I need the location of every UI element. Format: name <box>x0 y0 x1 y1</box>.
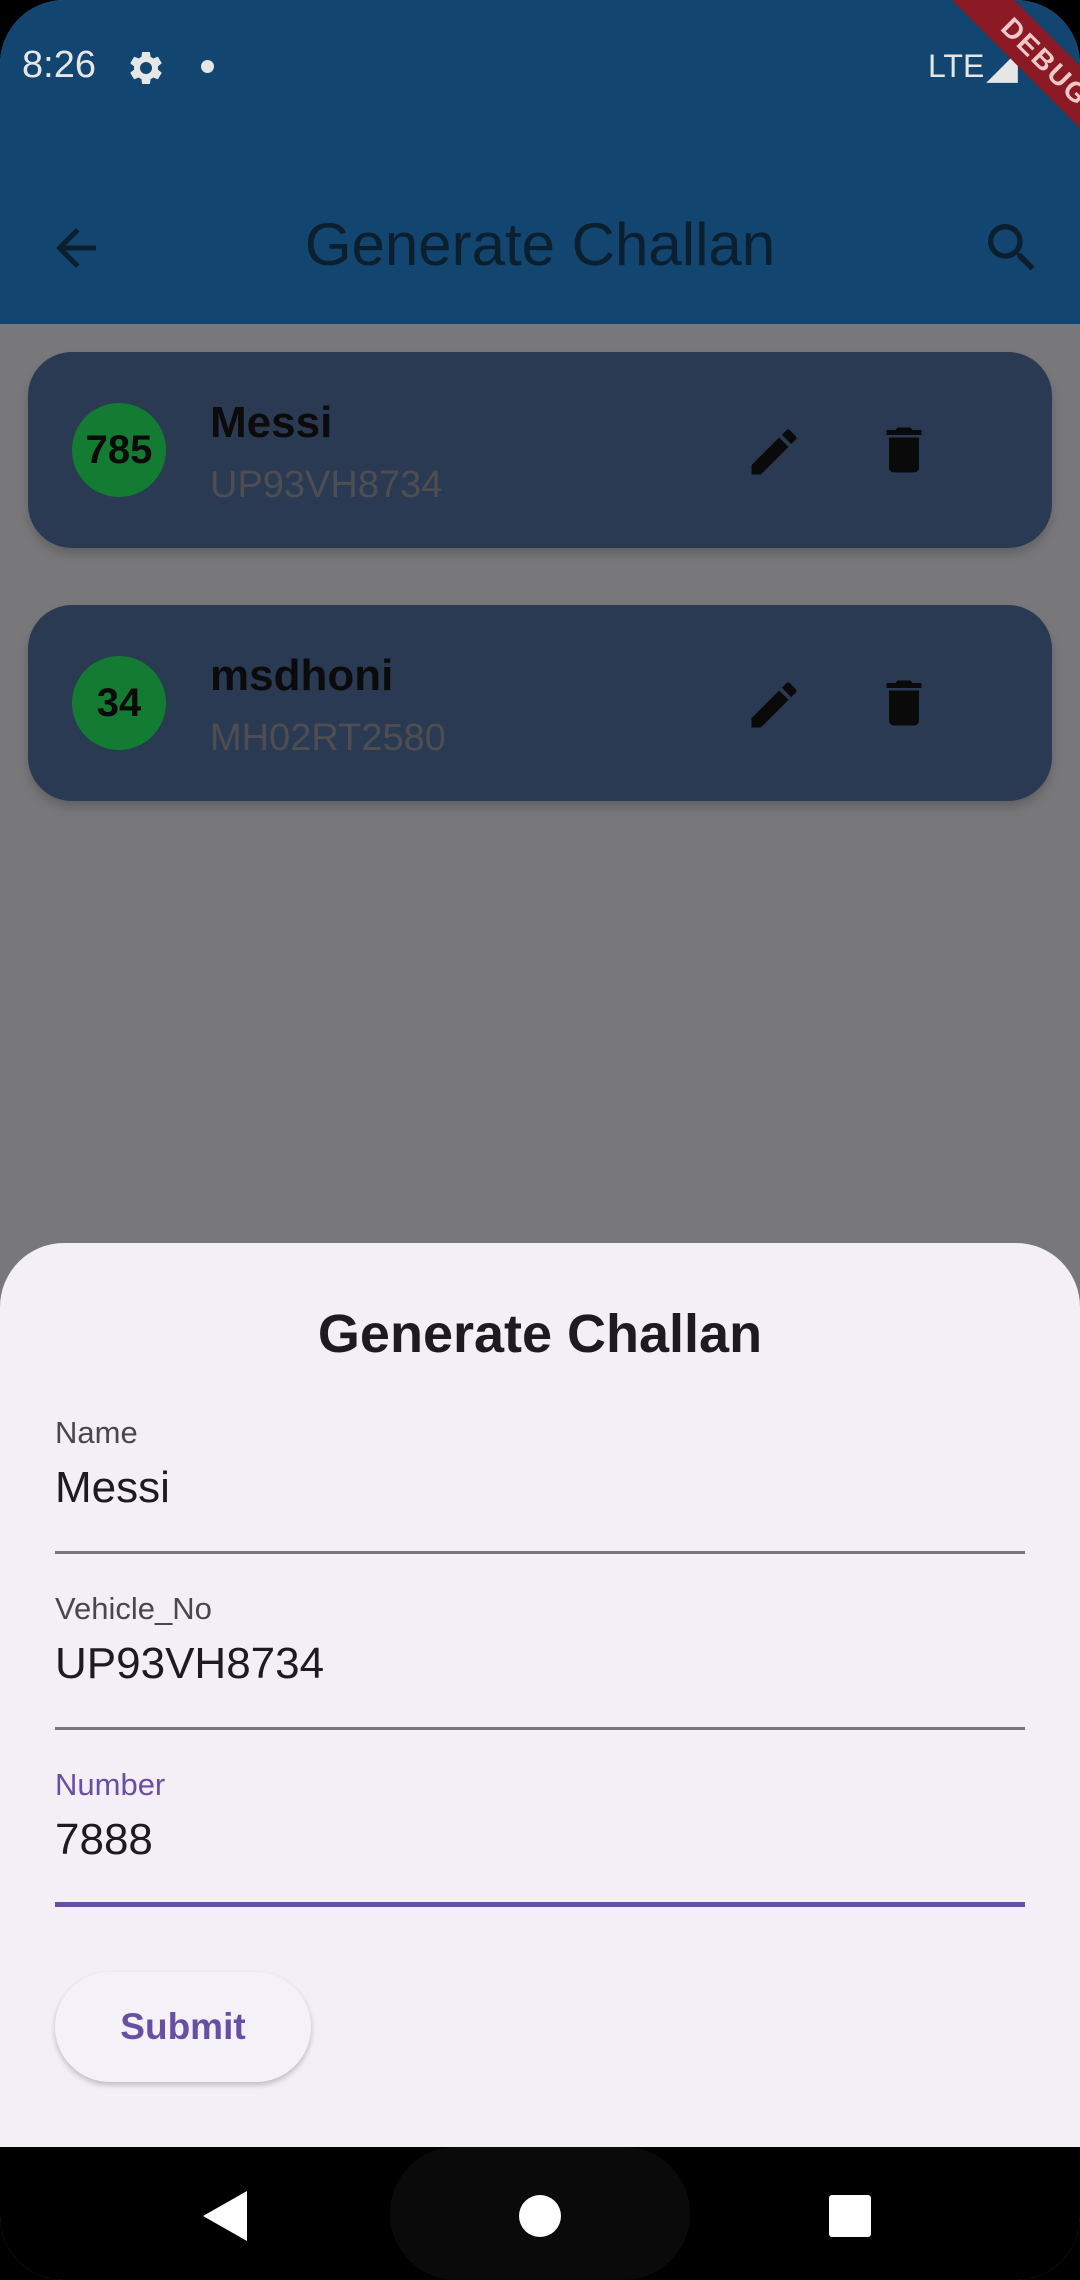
list-item-name: msdhoni <box>210 651 394 700</box>
vehicle-no-field-label: Vehicle_No <box>55 1591 212 1626</box>
network-type: LTE <box>928 48 985 84</box>
bottom-sheet: Generate Challan Name Messi Vehicle_No U… <box>0 1243 1080 2147</box>
number-field[interactable]: Number 7888 <box>55 1767 1025 1907</box>
name-field-value[interactable]: Messi <box>55 1463 170 1513</box>
list-item-vehicle: MH02RT2580 <box>210 717 446 759</box>
vehicle-no-field-value[interactable]: UP93VH8734 <box>55 1639 324 1689</box>
name-field-label: Name <box>55 1415 138 1450</box>
nav-home-icon[interactable] <box>519 2195 561 2237</box>
list-item[interactable]: 785 Messi UP93VH8734 <box>28 352 1052 548</box>
list-item-vehicle: UP93VH8734 <box>210 464 443 506</box>
avatar: 785 <box>72 403 166 497</box>
list-item[interactable]: 34 msdhoni MH02RT2580 <box>28 605 1052 801</box>
sheet-title: Generate Challan <box>317 1304 763 1364</box>
list-item-name: Messi <box>210 398 333 447</box>
system-nav-bar <box>0 2147 1080 2280</box>
name-field[interactable]: Name Messi <box>55 1415 1025 1555</box>
number-field-label: Number <box>55 1767 166 1802</box>
status-time: 8:26 <box>22 44 96 86</box>
name-field-underline <box>55 1551 1025 1554</box>
number-field-underline <box>55 1902 1025 1907</box>
edit-icon[interactable] <box>744 422 804 482</box>
edit-icon[interactable] <box>744 675 804 735</box>
notification-dot-icon <box>201 60 214 73</box>
delete-icon[interactable] <box>874 673 934 733</box>
vehicle-no-field[interactable]: Vehicle_No UP93VH8734 <box>55 1591 1025 1731</box>
submit-button[interactable]: Submit <box>55 1972 311 2082</box>
page-title: Generate Challan <box>304 211 776 278</box>
settings-gear-icon <box>130 51 162 84</box>
nav-back-icon[interactable] <box>203 2191 247 2241</box>
delete-icon[interactable] <box>874 420 934 480</box>
avatar: 34 <box>72 656 166 750</box>
nav-recents-icon[interactable] <box>829 2195 871 2237</box>
search-icon[interactable] <box>980 216 1044 280</box>
screen: 8:26 LTE DEBUG Generate Challan 785 Mess… <box>0 0 1080 2280</box>
number-field-value[interactable]: 7888 <box>55 1815 153 1865</box>
vehicle-no-field-underline <box>55 1727 1025 1730</box>
